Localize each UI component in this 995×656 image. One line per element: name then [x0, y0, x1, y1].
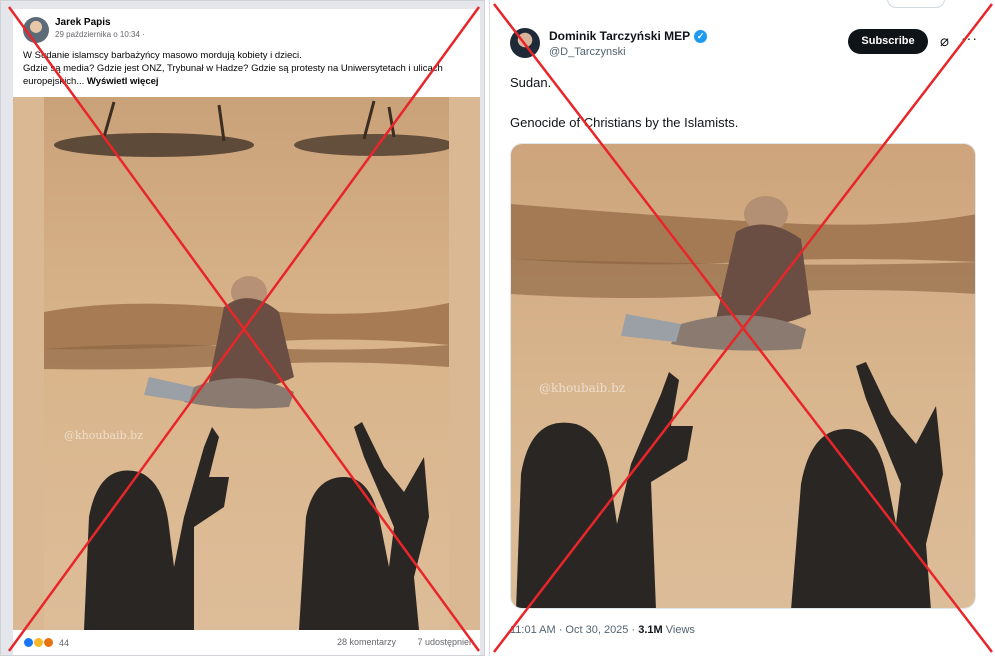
post-text: W Sudanie islamscy barbażyńcy masowo mor… [23, 49, 478, 88]
x-post-panel: Dominik Tarczyński MEP ✓ @D_Tarczynski S… [489, 0, 995, 656]
post-date[interactable]: 29 października o 10:34 · [55, 30, 145, 39]
author-name[interactable]: Jarek Papis [55, 17, 111, 28]
subscribe-button[interactable]: Subscribe [848, 29, 928, 54]
post-timestamp[interactable]: 11:01 AM · Oct 30, 2025 · [510, 624, 635, 636]
views-count: 3.1M [638, 624, 663, 636]
reaction-count: 44 [59, 637, 70, 648]
author-name-text: Dominik Tarczyński MEP [549, 29, 691, 43]
post-text-line: europejskich... Wyświetl więcej [23, 75, 478, 88]
post-text-line: W Sudanie islamscy barbażyńcy masowo mor… [23, 50, 302, 61]
comments-count-link[interactable]: 28 komentarzy [337, 637, 396, 647]
post-footer: 44 28 komentarzy 7 udostępnień [13, 633, 480, 655]
post-text-line: Sudan. [510, 75, 552, 90]
angry-icon [43, 637, 54, 648]
reactions-summary[interactable]: 44 [23, 637, 69, 648]
photo-image: @khoubaib.bz [511, 144, 975, 608]
see-more-link[interactable]: Wyświetl więcej [87, 76, 159, 87]
more-options-icon[interactable]: ··· [961, 30, 978, 46]
shares-count-link[interactable]: 7 udostępnień [417, 637, 474, 647]
post-photo-frame: @khoubaib.bz [13, 97, 480, 630]
post-photo[interactable]: @khoubaib.bz [44, 97, 449, 630]
post-text-line: Gdzie są media? Gdzie jest ONZ, Trybunał… [23, 63, 443, 74]
post-text-line: Genocide of Christians by the Islamists. [510, 115, 739, 130]
author-display-name[interactable]: Dominik Tarczyński MEP ✓ [549, 29, 708, 43]
photo-watermark: @khoubaib.bz [64, 429, 143, 442]
photo-watermark: @khoubaib.bz [539, 381, 625, 395]
post-photo[interactable]: @khoubaib.bz [510, 143, 976, 609]
author-handle[interactable]: @D_Tarczynski [549, 46, 626, 58]
author-avatar[interactable] [510, 28, 540, 58]
grok-icon[interactable]: ⌀ [940, 32, 949, 50]
views-label: Views [665, 624, 695, 636]
facebook-post-card: Jarek Papis 29 października o 10:34 · W … [13, 9, 480, 655]
top-button[interactable] [887, 0, 945, 8]
facebook-post-panel: Jarek Papis 29 października o 10:34 · W … [0, 0, 485, 656]
post-metadata: 11:01 AM · Oct 30, 2025 · 3.1M Views [510, 624, 695, 636]
post-text-fragment: europejskich... [23, 76, 85, 87]
author-avatar[interactable] [23, 17, 49, 43]
verified-badge-icon: ✓ [694, 29, 708, 43]
